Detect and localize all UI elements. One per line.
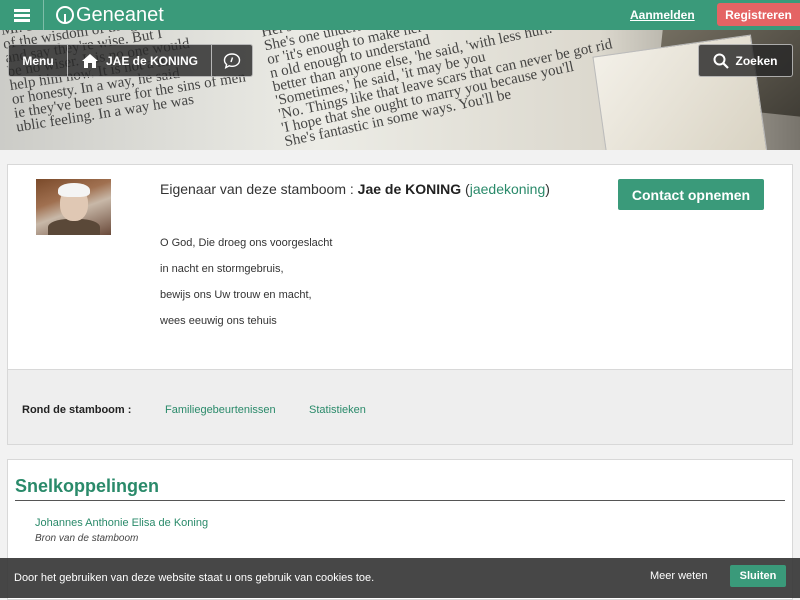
quick-links-title: Snelkoppelingen [15, 476, 160, 496]
root-person-caption: Bron van de stamboom [35, 533, 139, 544]
search-button[interactable]: Zoeken [698, 44, 793, 77]
owner-avatar [36, 179, 111, 235]
owner-username-link[interactable]: jaedekoning [470, 181, 546, 197]
tree-icon [56, 6, 74, 24]
family-events-link[interactable]: Familiegebeurtenissen [165, 404, 276, 416]
geneanet-logo[interactable]: Geneanet [56, 4, 164, 26]
tree-owner-label: JAE de KONING [106, 53, 199, 68]
cookie-text: Door het gebruiken van deze website staa… [14, 572, 375, 584]
statistics-link[interactable]: Statistieken [309, 404, 366, 416]
owner-prefix: Eigenaar van deze stamboom : [160, 181, 358, 197]
search-icon [713, 53, 730, 69]
search-label: Zoeken [735, 53, 778, 68]
cookie-more-link[interactable]: Meer weten [650, 570, 707, 582]
cookie-close-button[interactable]: Sluiten [730, 565, 786, 587]
owner-poem: O God, Die droeg ons voorgeslacht in nac… [160, 237, 332, 341]
chat-button[interactable] [212, 44, 253, 77]
logo-text: Geneanet [76, 3, 164, 26]
menu-button[interactable]: Menu [8, 44, 68, 77]
hamburger-icon[interactable] [0, 0, 44, 30]
tree-home-button[interactable]: JAE de KONING [68, 44, 212, 77]
rond-de-stamboom-bar: Rond de stamboom : Familiegebeurtenissen… [8, 369, 792, 444]
owner-line: Eigenaar van deze stamboom : Jae de KONI… [160, 181, 550, 197]
root-person-link[interactable]: Johannes Anthonie Elisa de Koning [35, 517, 208, 529]
home-icon [82, 53, 98, 68]
poem-line: wees eeuwig ons tehuis [160, 315, 277, 327]
poem-line: bewijs ons Uw trouw en macht, [160, 289, 312, 301]
close-paren: ) [545, 181, 550, 197]
divider [15, 500, 785, 501]
cookie-banner: Door het gebruiken van deze website staa… [0, 558, 800, 598]
top-bar: Geneanet Aanmelden Registreren [0, 0, 800, 30]
open-paren: ( [461, 181, 470, 197]
owner-panel: Eigenaar van deze stamboom : Jae de KONI… [7, 164, 793, 445]
chat-icon [223, 52, 241, 69]
login-link[interactable]: Aanmelden [630, 8, 695, 22]
rond-label: Rond de stamboom : [22, 404, 132, 416]
contact-button[interactable]: Contact opnemen [618, 179, 764, 210]
register-button[interactable]: Registreren [717, 3, 800, 26]
poem-line: in nacht en stormgebruis, [160, 263, 284, 275]
poem-line: O God, Die droeg ons voorgeslacht [160, 237, 333, 249]
owner-name: Jae de KONING [357, 181, 462, 197]
